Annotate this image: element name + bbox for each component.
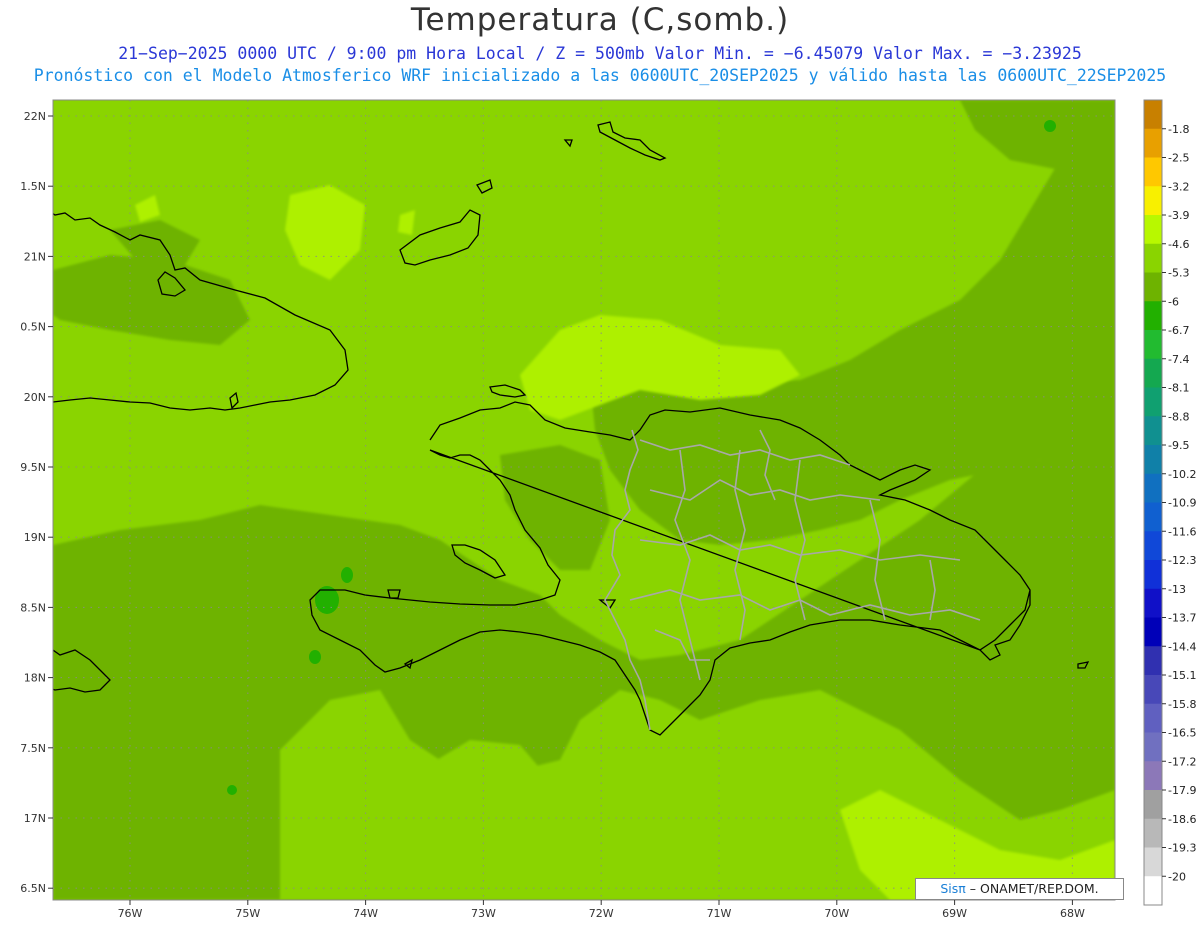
colorbar-swatch — [1144, 531, 1162, 561]
colorbar-swatch — [1144, 445, 1162, 475]
colorbar-label: -7.4 — [1168, 353, 1189, 366]
cold-spot-north-west — [341, 567, 353, 583]
latitude-axis: 22N 1.5N 21N 0.5N 20N 9.5N 19N 8.5N 18N 7.5N 17N 6.… — [20, 110, 53, 895]
colorbar-label: -17.2 — [1168, 755, 1196, 768]
colorbar-label: -9.5 — [1168, 439, 1189, 452]
colorbar-label: -10.9 — [1168, 497, 1196, 510]
colorbar-label: -3.9 — [1168, 209, 1189, 222]
colorbar-label: -2.5 — [1168, 152, 1189, 165]
colorbar-swatch — [1144, 272, 1162, 302]
lon-tick-label: 76W — [118, 907, 143, 920]
colorbar-swatch — [1144, 186, 1162, 216]
cold-spot-south-west — [309, 650, 321, 664]
colorbar-swatch — [1144, 358, 1162, 389]
lat-tick-label: 7.5N — [20, 742, 46, 755]
colorbar-swatch — [1144, 560, 1162, 590]
lon-tick-label: 74W — [353, 907, 378, 920]
lat-tick-label: 18N — [24, 672, 46, 685]
colorbar-label: -13 — [1168, 583, 1186, 596]
colorbar-swatch — [1144, 588, 1162, 619]
colorbar-swatch — [1144, 617, 1162, 647]
colorbar-label: -6 — [1168, 295, 1179, 308]
colorbar-swatch — [1144, 243, 1162, 274]
lon-tick-label: 75W — [235, 907, 260, 920]
lat-tick-label: 6.5N — [20, 882, 46, 895]
lon-tick-label: 68W — [1060, 907, 1085, 920]
sispi-logo-text: Sisπ — [940, 881, 966, 896]
colorbar-swatch — [1144, 847, 1162, 877]
lat-tick-label: 19N — [24, 531, 46, 544]
lat-tick-label: 1.5N — [20, 180, 46, 193]
colorbar: -1.8 -2.5 -3.2 -3.9 -4.6 -5.3 -6 -6.7 -7.4 -8.1 -8… — [1143, 99, 1196, 906]
cold-spot-northeast — [1044, 120, 1056, 132]
colorbar-label: -3.2 — [1168, 180, 1189, 193]
credit-text: – ONAMET/REP.DOM. — [965, 881, 1099, 896]
colorbar-label: -8.1 — [1168, 382, 1189, 395]
colorbar-swatch — [1144, 330, 1162, 360]
colorbar-label: -19.3 — [1168, 842, 1196, 855]
colorbar-swatch — [1144, 301, 1162, 331]
colorbar-swatch — [1144, 876, 1162, 906]
temperature-map: 22N 1.5N 21N 0.5N 20N 9.5N 19N 8.5N 18N 7.5N 17N 6.… — [20, 99, 1196, 920]
colorbar-label: -1.8 — [1168, 123, 1189, 136]
lon-tick-label: 70W — [824, 907, 849, 920]
colorbar-swatch — [1144, 703, 1162, 734]
colorbar-swatch — [1144, 732, 1162, 762]
lon-tick-label: 72W — [589, 907, 614, 920]
colorbar-label: -18.6 — [1168, 813, 1196, 826]
colorbar-label: -4.6 — [1168, 238, 1189, 251]
colorbar-swatch — [1144, 502, 1162, 532]
cold-spot-jamaica-area — [227, 785, 237, 795]
colorbar-swatch — [1144, 675, 1162, 705]
temperature-field — [53, 100, 1115, 900]
colorbar-swatch — [1144, 646, 1162, 676]
lat-tick-label: 17N — [24, 812, 46, 825]
colorbar-swatch — [1144, 818, 1162, 849]
colorbar-label: -17.9 — [1168, 784, 1196, 797]
colorbar-swatch — [1144, 128, 1162, 159]
colorbar-label: -16.5 — [1168, 727, 1196, 740]
lat-tick-label: 0.5N — [20, 321, 46, 334]
lat-tick-label: 22N — [24, 110, 46, 123]
colorbar-label: -8.8 — [1168, 410, 1189, 423]
colorbar-swatch — [1144, 100, 1162, 130]
colorbar-label: -15.1 — [1168, 669, 1196, 682]
colorbar-swatch — [1144, 387, 1162, 417]
colorbar-swatch — [1144, 416, 1162, 446]
lat-tick-label: 20N — [24, 391, 46, 404]
lon-tick-label: 73W — [471, 907, 496, 920]
credit-box: Sisπ – ONAMET/REP.DOM. — [915, 878, 1124, 900]
colorbar-label: -13.7 — [1168, 612, 1196, 625]
longitude-axis: 76W 75W 74W 73W 72W 71W 70W 69W 68W — [118, 900, 1085, 920]
colorbar-label: -14.4 — [1168, 640, 1196, 653]
colorbar-swatch — [1144, 157, 1162, 187]
lon-tick-label: 71W — [707, 907, 732, 920]
colorbar-label: -12.3 — [1168, 554, 1196, 567]
colorbar-swatch — [1144, 790, 1162, 820]
lon-tick-label: 69W — [942, 907, 967, 920]
colorbar-label: -6.7 — [1168, 324, 1189, 337]
colorbar-label: -11.6 — [1168, 525, 1196, 538]
lat-tick-label: 9.5N — [20, 461, 46, 474]
colorbar-label: -15.8 — [1168, 698, 1196, 711]
colorbar-label: -20 — [1168, 870, 1186, 883]
lat-tick-label: 8.5N — [20, 601, 46, 614]
colorbar-swatch — [1144, 761, 1162, 791]
lat-tick-label: 21N — [24, 250, 46, 263]
colorbar-label: -5.3 — [1168, 267, 1189, 280]
colorbar-swatch — [1144, 215, 1162, 245]
colorbar-label: -10.2 — [1168, 468, 1196, 481]
colorbar-swatch — [1144, 473, 1162, 504]
